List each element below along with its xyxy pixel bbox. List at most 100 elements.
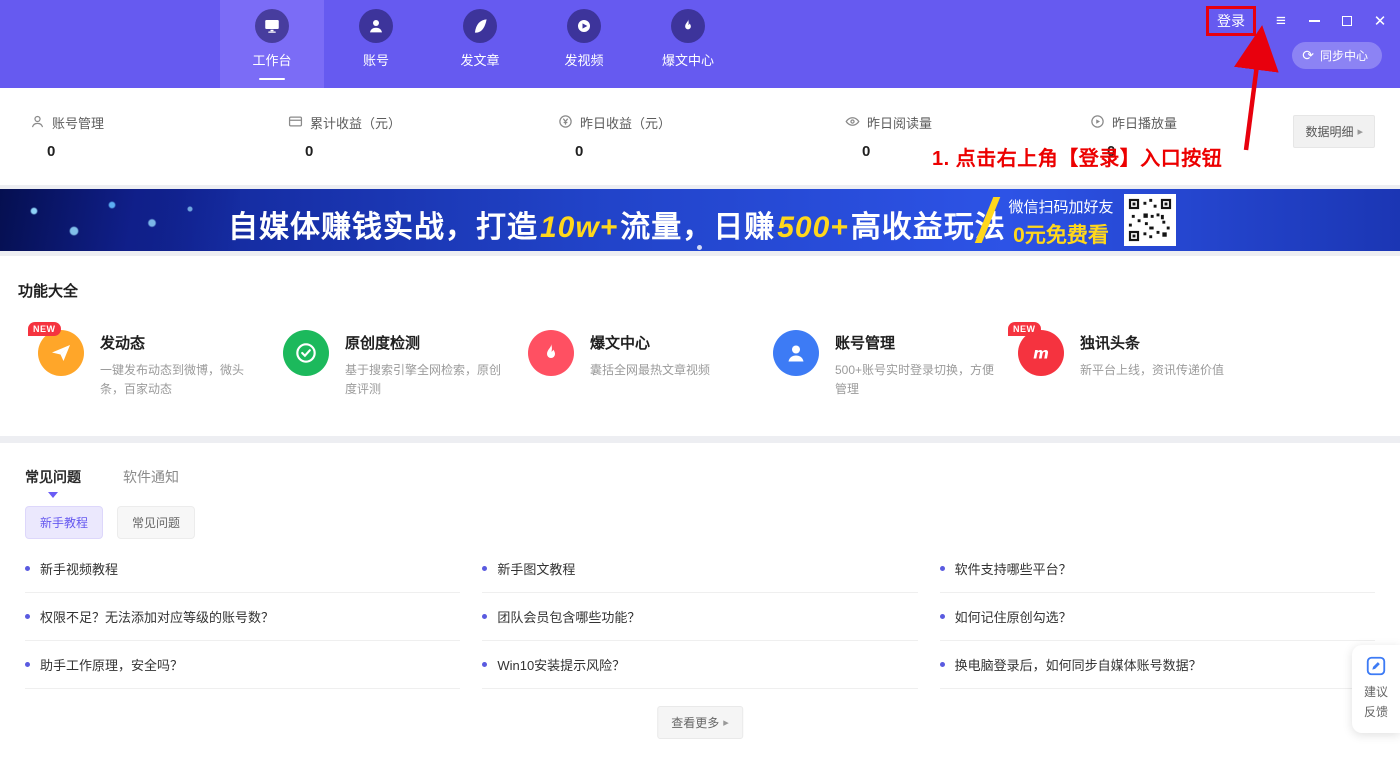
feedback-label-line1: 建议 xyxy=(1364,683,1388,700)
bullet-icon xyxy=(25,566,30,571)
app-header: 工作台 账号 发文章 发视频 爆文中心 登 xyxy=(0,0,1400,88)
features-title: 功能大全 xyxy=(18,280,78,301)
minimize-button[interactable] xyxy=(1306,12,1322,30)
tab-publish-video[interactable]: 发视频 xyxy=(532,0,636,88)
feature-card-account-management[interactable]: 账号管理 500+账号实时登录切换，方便管理 xyxy=(773,330,1005,398)
banner-promo-text: 微信扫码加好友 0元免费看 xyxy=(1002,196,1120,249)
tab-publish-article[interactable]: 发文章 xyxy=(428,0,532,88)
faq-item[interactable]: 换电脑登录后，如何同步自媒体账号数据？ xyxy=(940,641,1375,689)
feature-title: 发动态 xyxy=(100,332,262,353)
window-controls: 登录 ≡ ✕ xyxy=(1206,6,1388,36)
stat-label: 昨日阅读量 xyxy=(867,113,932,132)
bullet-icon xyxy=(482,614,487,619)
eye-icon xyxy=(845,114,860,132)
stat-total-income: 累计收益（元） 0 xyxy=(288,113,401,160)
sync-center-button[interactable]: ⟳ 同步中心 xyxy=(1292,42,1382,69)
publish-video-icon xyxy=(567,9,601,43)
bullet-icon xyxy=(940,614,945,619)
faq-tab-common-questions[interactable]: 常见问题 xyxy=(25,467,81,503)
feedback-widget[interactable]: 建议 反馈 xyxy=(1352,645,1400,733)
pill-common-questions[interactable]: 常见问题 xyxy=(117,506,195,539)
feature-title: 独讯头条 xyxy=(1080,332,1242,353)
faq-item[interactable]: 权限不足？无法添加对应等级的账号数？ xyxy=(25,593,460,641)
faq-tab-software-notices[interactable]: 软件通知 xyxy=(123,467,179,503)
qr-code-icon xyxy=(1124,194,1176,246)
stat-value: 0 xyxy=(862,143,932,160)
faq-item[interactable]: 助手工作原理，安全吗？ xyxy=(25,641,460,689)
data-detail-label: 数据明细 xyxy=(1305,123,1353,140)
menu-icon[interactable]: ≡ xyxy=(1273,12,1289,30)
annotation-step1-text: 1. 点击右上角【登录】入口按钮 xyxy=(932,142,1222,171)
bullet-icon xyxy=(940,566,945,571)
faq-list: 新手视频教程 新手图文教程 软件支持哪些平台？ 权限不足？无法添加对应等级的账号… xyxy=(25,545,1375,689)
svg-text:m: m xyxy=(1033,344,1049,362)
stat-label: 账号管理 xyxy=(52,113,104,132)
feature-desc: 囊括全网最热文章视频 xyxy=(590,361,752,380)
user-circle-icon xyxy=(773,330,819,376)
faq-tab-label: 软件通知 xyxy=(123,469,179,485)
faq-item[interactable]: 如何记住原创勾选？ xyxy=(940,593,1375,641)
main-nav: 工作台 账号 发文章 发视频 爆文中心 xyxy=(220,0,740,88)
duxun-logo-icon: m NEW xyxy=(1018,330,1064,376)
stat-value: 0 xyxy=(575,143,671,160)
paper-plane-icon: NEW xyxy=(38,330,84,376)
stat-yesterday-income: 昨日收益（元） 0 xyxy=(558,113,671,160)
feature-desc: 500+账号实时登录切换，方便管理 xyxy=(835,361,997,398)
feature-desc: 一键发布动态到微博，微头条，百家动态 xyxy=(100,361,262,398)
close-button[interactable]: ✕ xyxy=(1372,12,1388,30)
stat-value: 0 xyxy=(305,143,401,160)
card-icon xyxy=(288,114,303,132)
login-button[interactable]: 登录 xyxy=(1209,9,1253,33)
stat-account-management: 账号管理 0 xyxy=(30,113,104,160)
tab-label: 发视频 xyxy=(564,50,603,69)
faq-item[interactable]: 软件支持哪些平台？ xyxy=(940,545,1375,593)
promo-banner[interactable]: 自媒体赚钱实战，打造10w+流量，日赚500+高收益玩法 微信扫码加好友 0元免… xyxy=(0,189,1400,251)
new-badge: NEW xyxy=(1008,322,1041,336)
bullet-icon xyxy=(25,662,30,667)
bullet-icon xyxy=(25,614,30,619)
user-icon xyxy=(30,114,45,132)
faq-item[interactable]: Win10安装提示风险？ xyxy=(482,641,917,689)
feature-desc: 基于搜索引擎全网检索，原创度评测 xyxy=(345,361,507,398)
feature-card-post-moments[interactable]: NEW 发动态 一键发布动态到微博，微头条，百家动态 xyxy=(38,330,270,398)
feature-card-originality-check[interactable]: 原创度检测 基于搜索引擎全网检索，原创度评测 xyxy=(283,330,515,398)
faq-section: 常见问题 软件通知 新手教程 常见问题 新手视频教程 新手图文教程 软件支持哪些… xyxy=(0,443,1400,768)
carousel-dot xyxy=(697,245,702,250)
stat-yesterday-reads: 昨日阅读量 0 xyxy=(845,113,932,160)
tab-label: 账号 xyxy=(363,50,389,69)
chevron-right-icon: ▸ xyxy=(1357,125,1363,138)
stat-label: 昨日播放量 xyxy=(1112,113,1177,132)
feature-card-hot-articles[interactable]: 爆文中心 囊括全网最热文章视频 xyxy=(528,330,760,380)
feature-card-duxun-toutiao[interactable]: m NEW 独讯头条 新平台上线，资讯传递价值 xyxy=(1018,330,1250,380)
bullet-icon xyxy=(482,662,487,667)
yen-icon xyxy=(558,114,573,132)
originality-check-icon xyxy=(283,330,329,376)
view-more-label: 查看更多 xyxy=(671,714,719,731)
tab-label: 工作台 xyxy=(252,50,291,69)
faq-tab-label: 常见问题 xyxy=(25,469,81,485)
maximize-button[interactable] xyxy=(1339,12,1355,30)
stats-bar: 账号管理 0 累计收益（元） 0 昨日收益（元） 0 昨日阅读量 0 昨日播放量… xyxy=(0,88,1400,185)
faq-item[interactable]: 新手图文教程 xyxy=(482,545,917,593)
play-circle-icon xyxy=(1090,114,1105,132)
tab-accounts[interactable]: 账号 xyxy=(324,0,428,88)
feature-title: 账号管理 xyxy=(835,332,997,353)
view-more-button[interactable]: 查看更多 ▸ xyxy=(657,706,743,739)
workbench-icon xyxy=(255,9,289,43)
features-section: 功能大全 NEW 发动态 一键发布动态到微博，微头条，百家动态 原创度检测 基于… xyxy=(0,256,1400,436)
pill-beginner-tutorial[interactable]: 新手教程 xyxy=(25,506,103,539)
bullet-icon xyxy=(940,662,945,667)
faq-item[interactable]: 新手视频教程 xyxy=(25,545,460,593)
faq-tabs: 常见问题 软件通知 xyxy=(25,467,179,503)
hot-articles-icon xyxy=(671,9,705,43)
data-detail-button[interactable]: 数据明细 ▸ xyxy=(1293,115,1375,148)
banner-headline: 自媒体赚钱实战，打造10w+流量，日赚500+高收益玩法 xyxy=(228,202,1006,246)
account-icon xyxy=(359,9,393,43)
chevron-right-icon: ▸ xyxy=(723,716,729,729)
faq-item[interactable]: 团队会员包含哪些功能？ xyxy=(482,593,917,641)
sync-icon: ⟳ xyxy=(1302,47,1314,64)
tab-hot-articles[interactable]: 爆文中心 xyxy=(636,0,740,88)
tab-workbench[interactable]: 工作台 xyxy=(220,0,324,88)
feature-title: 爆文中心 xyxy=(590,332,752,353)
faq-filter-pills: 新手教程 常见问题 xyxy=(25,506,195,539)
